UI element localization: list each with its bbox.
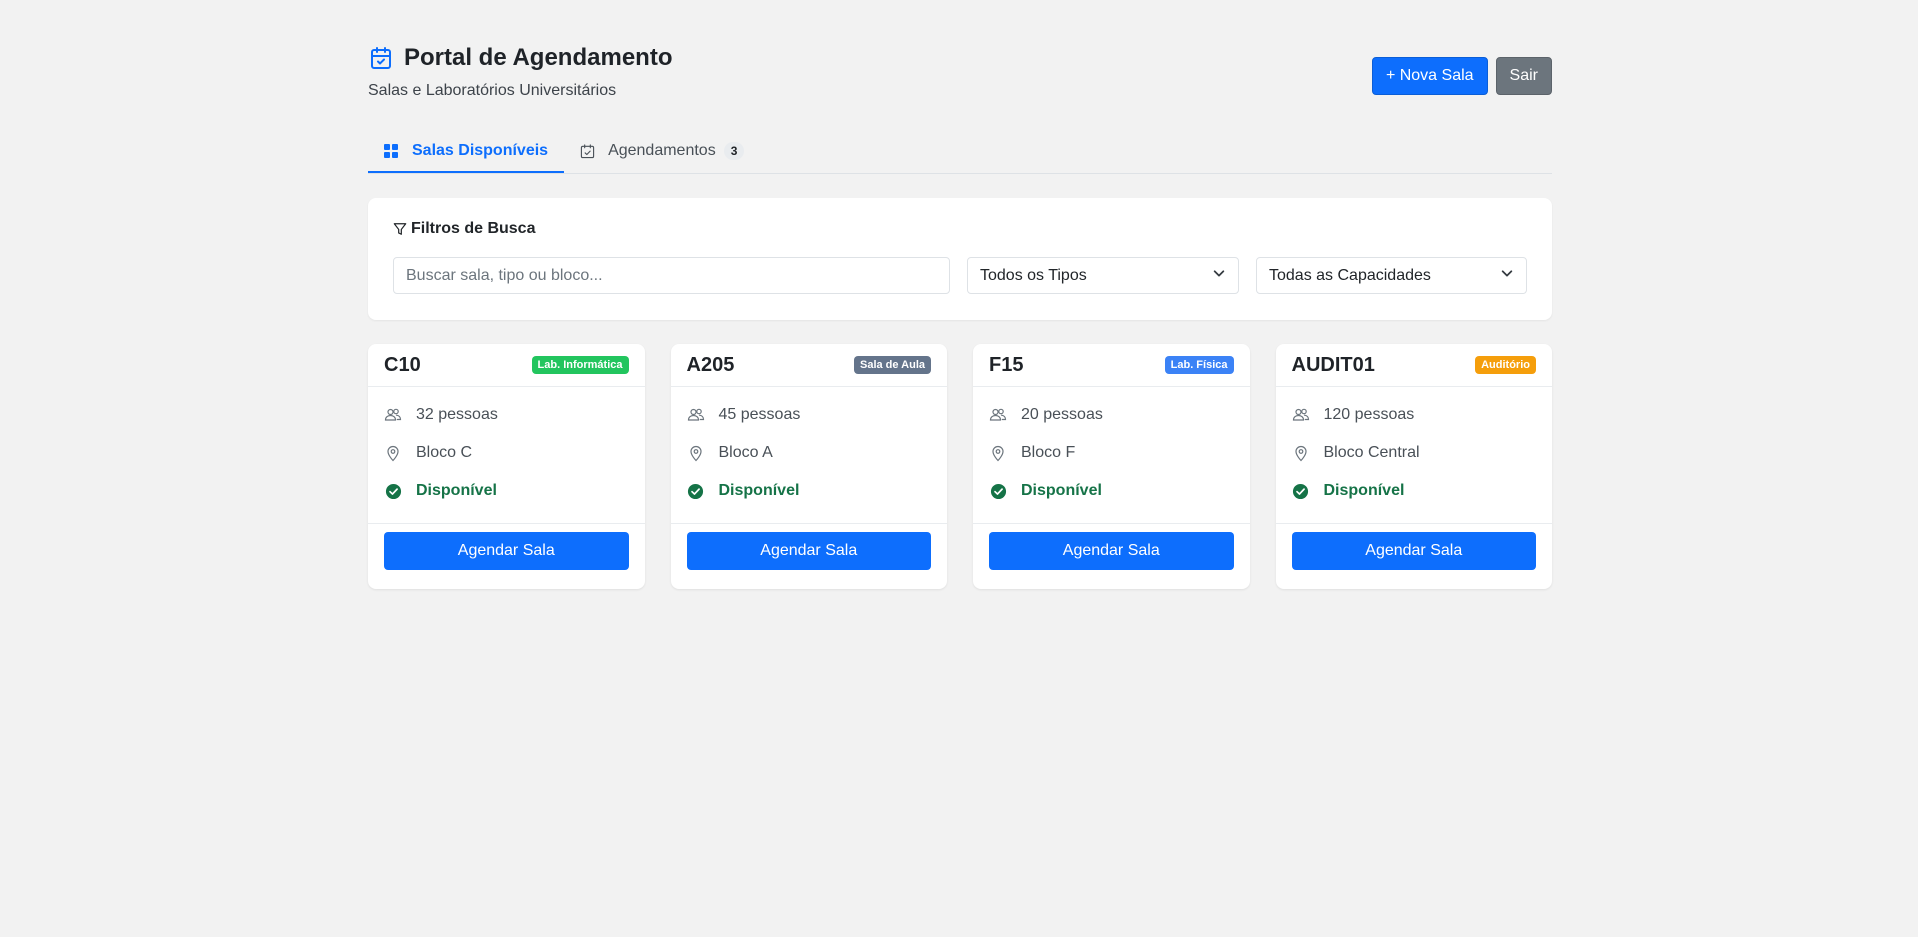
room-type-badge: Sala de Aula: [853, 356, 931, 374]
room-location: Bloco F: [989, 443, 1234, 463]
filters-heading: Filtros de Busca: [393, 220, 535, 238]
new-room-button[interactable]: + Nova Sala: [1371, 57, 1488, 95]
grid-icon: [384, 143, 400, 159]
map-pin-icon: [384, 444, 402, 462]
room-card-footer: Agendar Sala: [973, 524, 1250, 578]
people-icon: [384, 406, 402, 424]
room-card-body: 20 pessoas Bloco F Disponível: [973, 387, 1250, 524]
map-pin-icon: [1292, 444, 1310, 462]
check-circle-icon: [687, 482, 705, 500]
location-text: Bloco F: [1021, 444, 1076, 461]
room-capacity: 20 pessoas: [989, 405, 1234, 425]
room-type-badge: Lab. Informática: [531, 356, 629, 374]
room-name: C10: [384, 353, 421, 376]
room-status: Disponível: [1292, 481, 1537, 501]
room-card-footer: Agendar Sala: [1276, 524, 1553, 578]
page-title: Portal de Agendamento: [404, 44, 673, 71]
room-location: Bloco Central: [1292, 443, 1537, 463]
room-card-footer: Agendar Sala: [671, 524, 948, 578]
people-icon: [989, 406, 1007, 424]
calendar-check-icon: [580, 143, 596, 159]
chevron-down-icon: [1500, 266, 1514, 285]
search-input[interactable]: [393, 257, 950, 294]
tab-label: Agendamentos: [608, 142, 716, 159]
room-type-badge: Lab. Física: [1164, 356, 1234, 374]
room-capacity: 45 pessoas: [687, 405, 932, 425]
room-name: AUDIT01: [1291, 353, 1375, 376]
calendar-icon: [368, 45, 394, 71]
location-text: Bloco A: [718, 444, 773, 461]
tab-available-rooms[interactable]: Salas Disponíveis: [368, 131, 565, 173]
room-location: Bloco A: [687, 443, 932, 463]
capacity-text: 20 pessoas: [1021, 406, 1103, 423]
check-circle-icon: [384, 482, 402, 500]
map-pin-icon: [687, 444, 705, 462]
title-row: Portal de Agendamento: [368, 44, 672, 72]
room-cards-grid: C10 Lab. Informática 32 pessoas Bloco C: [368, 344, 1552, 589]
location-text: Bloco Central: [1323, 444, 1420, 461]
check-circle-icon: [1292, 482, 1310, 500]
capacity-text: 45 pessoas: [718, 406, 801, 423]
filters-title: Filtros de Busca: [411, 220, 536, 237]
book-room-button[interactable]: Agendar Sala: [384, 532, 629, 570]
status-text: Disponível: [1323, 482, 1405, 499]
status-text: Disponível: [416, 482, 497, 499]
room-name: F15: [989, 353, 1024, 376]
chevron-down-icon: [1212, 266, 1226, 285]
room-capacity: 32 pessoas: [384, 405, 629, 425]
tab-bar: Salas Disponíveis Agendamentos 3: [368, 131, 1552, 174]
room-type-badge: Auditório: [1475, 356, 1536, 374]
book-room-button[interactable]: Agendar Sala: [1291, 532, 1536, 570]
location-text: Bloco C: [416, 444, 473, 461]
status-text: Disponível: [1021, 482, 1102, 499]
people-icon: [1292, 406, 1310, 424]
room-card: A205 Sala de Aula 45 pessoas Bloco A Dis…: [670, 344, 948, 589]
book-room-button[interactable]: Agendar Sala: [686, 532, 931, 570]
capacity-select-value: Todas as Capacidades: [1269, 266, 1431, 284]
room-card: C10 Lab. Informática 32 pessoas Bloco C: [368, 344, 645, 589]
room-card-footer: Agendar Sala: [368, 524, 645, 578]
room-card: AUDIT01 Auditório 120 pessoas Bloco Cent…: [1275, 344, 1553, 589]
room-status: Disponível: [687, 481, 932, 501]
app-container: Portal de Agendamento Salas e Laboratóri…: [368, 0, 1552, 589]
room-name: A205: [686, 353, 735, 376]
search-filters-panel: Filtros de Busca Todos os Tipos Todas as…: [368, 198, 1552, 320]
filter-icon: [393, 222, 407, 236]
tab-bookings[interactable]: Agendamentos 3: [564, 131, 760, 171]
room-status: Disponível: [989, 481, 1234, 501]
header-actions: + Nova Sala Sair: [1371, 57, 1552, 95]
page-header: Portal de Agendamento Salas e Laboratóri…: [368, 0, 1552, 128]
check-circle-icon: [989, 482, 1007, 500]
page-subtitle: Salas e Laboratórios Universitários: [368, 82, 617, 99]
room-capacity: 120 pessoas: [1292, 405, 1537, 425]
capacity-select[interactable]: Todas as Capacidades: [1256, 257, 1527, 294]
people-icon: [687, 406, 705, 424]
capacity-text: 32 pessoas: [416, 406, 498, 423]
room-card-body: 45 pessoas Bloco A Disponível: [670, 387, 947, 524]
room-card-header: F15 Lab. Física: [973, 344, 1250, 387]
room-card-body: 120 pessoas Bloco Central Disponível: [1275, 387, 1552, 524]
room-type-select[interactable]: Todos os Tipos: [967, 257, 1239, 294]
status-text: Disponível: [718, 482, 800, 499]
room-card-header: C10 Lab. Informática: [368, 344, 645, 387]
room-status: Disponível: [384, 481, 629, 501]
room-card-body: 32 pessoas Bloco C Disponível: [368, 387, 645, 524]
room-type-select-value: Todos os Tipos: [980, 266, 1087, 284]
logout-button[interactable]: Sair: [1495, 57, 1552, 95]
capacity-text: 120 pessoas: [1323, 406, 1415, 423]
room-location: Bloco C: [384, 443, 629, 463]
room-card-header: A205 Sala de Aula: [670, 344, 947, 387]
room-card-header: AUDIT01 Auditório: [1275, 344, 1552, 387]
bookings-count-badge: 3: [723, 142, 745, 160]
tab-label: Salas Disponíveis: [412, 142, 549, 159]
room-card: F15 Lab. Física 20 pessoas Bloco F Dispo…: [973, 344, 1250, 589]
map-pin-icon: [989, 444, 1007, 462]
book-room-button[interactable]: Agendar Sala: [989, 532, 1234, 570]
